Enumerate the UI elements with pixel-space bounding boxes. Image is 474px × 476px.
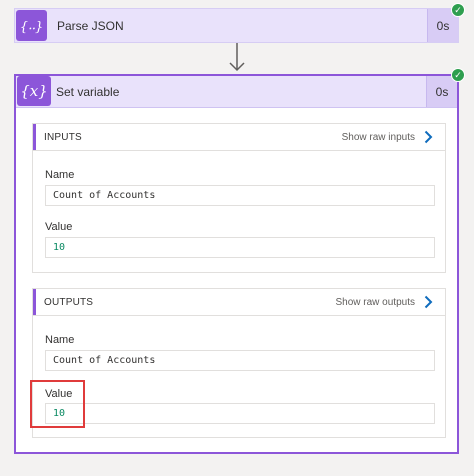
parse-json-step[interactable]: {⸳⸳} Parse JSON 0s [14,8,459,43]
inputs-section-header: INPUTS Show raw inputs [33,124,445,151]
outputs-title: OUTPUTS [44,297,94,308]
show-raw-outputs-link[interactable]: Show raw outputs [336,297,416,308]
outputs-accent-bar [33,289,36,315]
show-raw-inputs-chevron-icon[interactable] [424,130,433,144]
inputs-name-label: Name [45,169,75,181]
inputs-value-label: Value [45,221,73,233]
set-variable-title: Set variable [56,85,120,99]
inputs-title: INPUTS [44,132,82,143]
parse-json-success-check-icon: ✓ [451,3,465,17]
set-variable-header[interactable]: {x} Set variable 0s [16,76,457,108]
parse-json-icon-glyph: {⸳⸳} [19,19,44,35]
variable-icon: {x} [17,76,51,106]
set-variable-duration: 0s [426,76,457,107]
outputs-section: OUTPUTS Show raw outputs Name Count of A… [32,288,446,438]
inputs-accent-bar [33,124,36,150]
variable-icon-glyph: {x} [20,82,48,100]
show-raw-inputs-link[interactable]: Show raw inputs [342,132,415,143]
set-variable-success-check-icon: ✓ [451,68,465,82]
show-raw-outputs-chevron-icon[interactable] [424,295,433,309]
inputs-name-field: Count of Accounts [45,185,435,206]
outputs-name-field: Count of Accounts [45,350,435,371]
inputs-value-field: 10 [45,237,435,258]
parse-json-icon: {⸳⸳} [16,10,47,41]
outputs-value-field: 10 [45,403,435,424]
outputs-section-header: OUTPUTS Show raw outputs [33,289,445,316]
output-value-highlight-box [30,380,85,428]
connector-arrow-icon [229,43,245,72]
outputs-name-label: Name [45,334,75,346]
parse-json-title: Parse JSON [57,19,124,33]
inputs-section: INPUTS Show raw inputs Name Count of Acc… [32,123,446,273]
